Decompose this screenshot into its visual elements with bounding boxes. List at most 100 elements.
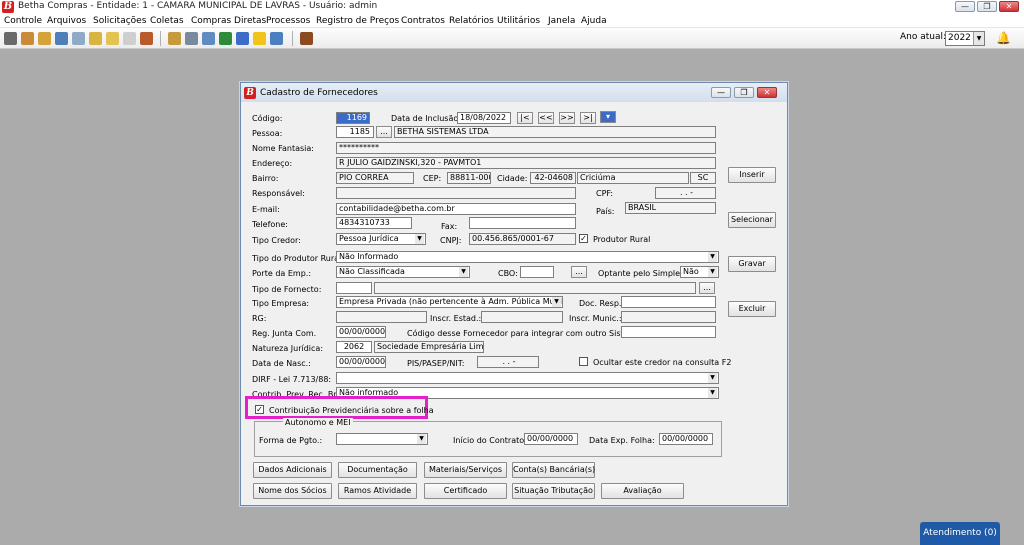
toolbar-exit-icon[interactable] (300, 32, 313, 45)
close-button[interactable]: ✕ (999, 1, 1019, 12)
telefone-field[interactable]: 4834310733 (336, 217, 412, 229)
pessoa-codigo-field[interactable]: 1185 (336, 126, 374, 138)
contas-bancarias-button[interactable]: Conta(s) Bancária(s) (512, 462, 595, 478)
chevron-down-icon[interactable]: ▼ (973, 32, 984, 45)
nav-next-button[interactable]: >> (559, 112, 575, 124)
materiais-servicos-button[interactable]: Materiais/Serviços (424, 462, 507, 478)
pessoa-nome-field: BETHA SISTEMAS LTDA (394, 126, 716, 138)
dirf-select[interactable] (336, 372, 719, 384)
codigo-field[interactable]: 1169 (336, 112, 370, 124)
pis-pasep-field: . . - (477, 356, 539, 368)
atendimento-button[interactable]: Atendimento (0) (920, 522, 1000, 545)
menu-solicitacoes[interactable]: Solicitações (93, 16, 146, 26)
ano-atual-select[interactable]: 2022 ▼ (945, 31, 985, 46)
inicio-contrato-field[interactable]: 00/00/0000 (524, 433, 578, 445)
produtor-rural-checkbox[interactable]: ✓ (579, 234, 588, 243)
toolbar-tree-icon[interactable] (168, 32, 181, 45)
toolbar-document-icon[interactable] (123, 32, 136, 45)
toolbar-star-icon[interactable] (253, 32, 266, 45)
cbo-lookup-button[interactable]: ... (571, 266, 587, 278)
dialog-minimize-button[interactable]: — (711, 87, 731, 98)
porte-emp-label: Porte da Emp.: (252, 269, 312, 278)
tipo-fornecto-lookup-button[interactable]: ... (699, 282, 715, 294)
toolbar-export-icon[interactable] (270, 32, 283, 45)
nav-prev-button[interactable]: << (538, 112, 554, 124)
data-inclusao-field[interactable]: 18/08/2022 (457, 112, 511, 124)
nome-socios-button[interactable]: Nome dos Sócios (253, 483, 332, 499)
cidade-nome-field: Criciúma (577, 172, 689, 184)
toolbar-form-icon[interactable] (55, 32, 68, 45)
menu-contratos[interactable]: Contratos (401, 16, 445, 26)
toolbar-folder-icon[interactable] (21, 32, 34, 45)
toolbar-notes-icon[interactable] (106, 32, 119, 45)
toolbar-truck-icon[interactable] (38, 32, 51, 45)
bairro-label: Bairro: (252, 174, 279, 183)
tipo-fornecto-codigo-field[interactable] (336, 282, 372, 294)
data-exp-folha-label: Data Exp. Folha: (589, 436, 655, 445)
menu-processos[interactable]: Processos (266, 16, 310, 26)
menu-utilitarios[interactable]: Utilitários (497, 16, 540, 26)
toolbar-image-icon[interactable] (202, 32, 215, 45)
restore-button[interactable]: ❐ (977, 1, 997, 12)
nav-last-button[interactable]: >| (580, 112, 596, 124)
optante-simples-select[interactable]: Não (680, 266, 719, 278)
menu-registro-precos[interactable]: Registro de Preços (316, 16, 399, 26)
cpf-label: CPF: (596, 189, 614, 198)
toolbar-list-icon[interactable] (72, 32, 85, 45)
reg-junta-field[interactable]: 00/00/0000 (336, 326, 386, 338)
avaliacao-button[interactable]: Avaliação (601, 483, 684, 499)
codigo-outro-sistema-field[interactable] (621, 326, 716, 338)
selecionar-button[interactable]: Selecionar (728, 212, 776, 228)
cidade-codigo-field: 42-04608 (530, 172, 576, 184)
toolbar-hammer-icon[interactable] (140, 32, 153, 45)
fax-field[interactable] (469, 217, 576, 229)
data-exp-folha-field[interactable]: 00/00/0000 (659, 433, 713, 445)
search-monitor-icon[interactable]: ▾ (600, 111, 616, 123)
tipo-produtor-rural-select[interactable]: Não Informado (336, 251, 719, 263)
data-nasc-label: Data de Nasc.: (252, 359, 311, 368)
dados-adicionais-button[interactable]: Dados Adicionais (253, 462, 332, 478)
dialog-close-button[interactable]: ✕ (757, 87, 777, 98)
tipo-empresa-select[interactable]: Empresa Privada (não pertencente à Adm. … (336, 296, 563, 308)
menu-ajuda[interactable]: Ajuda (581, 16, 607, 26)
toolbar-check-icon[interactable] (89, 32, 102, 45)
situacao-tributacao-button[interactable]: Situação Tributação (512, 483, 595, 499)
inscr-munic-label: Inscr. Munic.: (569, 314, 622, 323)
menu-relatorios[interactable]: Relatórios (449, 16, 494, 26)
ramos-atividade-button[interactable]: Ramos Atividade (338, 483, 417, 499)
excluir-button[interactable]: Excluir (728, 301, 776, 317)
natureza-codigo-field[interactable]: 2062 (336, 341, 372, 353)
minimize-button[interactable]: — (955, 1, 975, 12)
dialog-restore-button[interactable]: ❐ (734, 87, 754, 98)
menu-compras-diretas[interactable]: Compras Diretas (191, 16, 266, 26)
certificado-button[interactable]: Certificado (424, 483, 507, 499)
ocultar-credor-checkbox[interactable] (579, 357, 588, 366)
data-nasc-field[interactable]: 00/00/0000 (336, 356, 386, 368)
cadastro-fornecedores-dialog: B Cadastro de Fornecedores — ❐ ✕ Código:… (240, 82, 788, 506)
toolbar: Ano atual: 2022 ▼ 🔔 (0, 28, 1024, 49)
contrib-folha-checkbox[interactable]: ✓ (255, 405, 264, 414)
app-title-bar: B Betha Compras - Entidade: 1 - CAMARA M… (0, 0, 1024, 14)
toolbar-users-icon[interactable] (185, 32, 198, 45)
doc-resp-field[interactable] (621, 296, 716, 308)
inserir-button[interactable]: Inserir (728, 167, 776, 183)
autonomo-mei-label: Autonomo e MEI (283, 418, 353, 427)
pessoa-lookup-button[interactable]: ... (376, 126, 392, 138)
menu-arquivos[interactable]: Arquivos (47, 16, 86, 26)
toolbar-dollar-icon[interactable] (219, 32, 232, 45)
notification-bell-icon[interactable]: 🔔 (996, 32, 1011, 45)
nav-first-button[interactable]: |< (517, 112, 533, 124)
gravar-button[interactable]: Gravar (728, 256, 776, 272)
fax-label: Fax: (441, 222, 458, 231)
menu-janela[interactable]: Janela (548, 16, 575, 26)
cbo-field[interactable] (520, 266, 554, 278)
toolbar-monitor-icon[interactable] (236, 32, 249, 45)
tipo-credor-select[interactable]: Pessoa Jurídica (336, 233, 426, 245)
documentacao-button[interactable]: Documentação (338, 462, 417, 478)
porte-emp-select[interactable]: Não Classificada (336, 266, 470, 278)
toolbar-print-icon[interactable] (4, 32, 17, 45)
menu-controle[interactable]: Controle (4, 16, 42, 26)
email-field[interactable]: contabilidade@betha.com.br (336, 203, 576, 215)
forma-pgto-select[interactable] (336, 433, 428, 445)
menu-coletas[interactable]: Coletas (150, 16, 184, 26)
